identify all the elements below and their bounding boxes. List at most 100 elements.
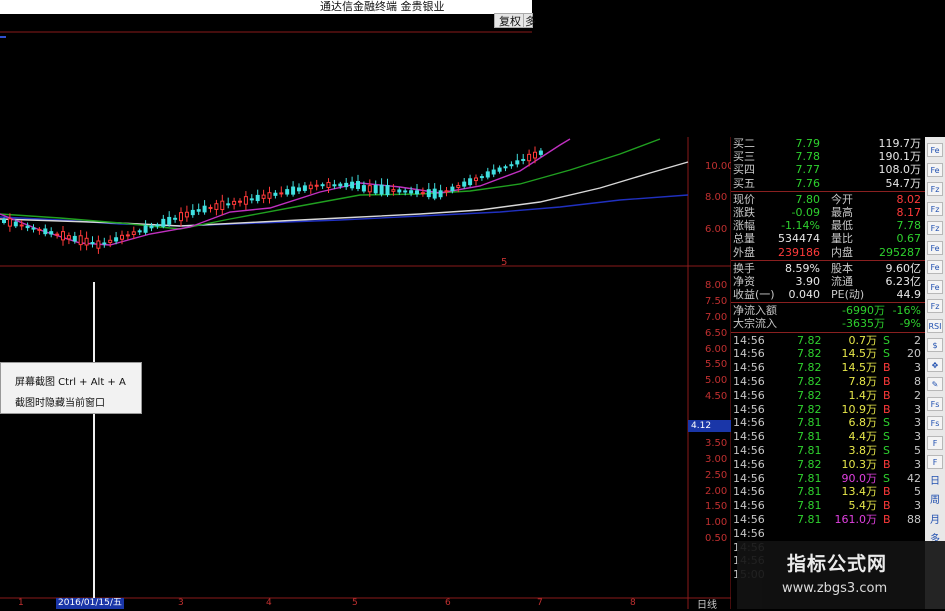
lower-axis-tick: 0.50	[705, 533, 727, 544]
candle-body	[7, 218, 12, 227]
toolbar-button[interactable]: Fe	[927, 260, 943, 274]
candle-body	[131, 231, 136, 235]
trade-row[interactable]: 14:56 7.82 0.7万 S 2	[731, 334, 925, 348]
toolbar-button[interactable]: ✥	[927, 357, 943, 372]
trade-row[interactable]: 14:56 7.82 7.8万 B 8	[731, 375, 925, 389]
toolbar-button[interactable]: Fz	[927, 299, 943, 313]
trade-row[interactable]: 14:56 7.82 1.4万 B 2	[731, 389, 925, 403]
trade-row[interactable]: 14:56 7.81 5.4万 B 3	[731, 499, 925, 513]
candle-body	[527, 153, 532, 162]
trade-time: 14:56	[733, 444, 765, 457]
stat-value: 534474	[778, 232, 820, 246]
toolbar-button[interactable]: 日	[926, 475, 944, 489]
toolbar-button[interactable]: 周	[926, 494, 944, 508]
flow-label: 大宗流入	[733, 317, 777, 331]
trade-volume: 14.5万	[841, 361, 878, 375]
candle-body	[438, 190, 443, 198]
candle-body	[385, 185, 390, 196]
candle-body	[391, 189, 396, 192]
candle-body	[19, 224, 24, 227]
time-tick: 8	[630, 598, 636, 608]
bid-row[interactable]: 买五 7.76 54.7万	[731, 177, 925, 190]
trade-time: 14:56	[733, 430, 765, 444]
candle-body	[61, 231, 65, 241]
trade-row[interactable]: 14:56 7.81 6.8万 S 3	[731, 416, 925, 430]
toolbar-button[interactable]: Fz	[927, 221, 943, 235]
trade-row[interactable]: 14:56 7.82 10.9万 B 3	[731, 403, 925, 417]
lower-axis-tick: 6.00	[705, 344, 727, 355]
candle-body	[456, 185, 461, 188]
trade-side: B	[883, 457, 891, 471]
toolbar-button[interactable]: F	[927, 435, 943, 450]
candle-body	[55, 233, 60, 236]
toolbar-button[interactable]: RSI	[927, 318, 943, 333]
menu-item-screenshot[interactable]: 屏幕截图 Ctrl + Alt + A	[15, 373, 126, 388]
candle-body	[356, 181, 360, 189]
trade-volume: 0.7万	[848, 333, 878, 347]
trade-price: 7.81	[797, 471, 822, 485]
candle-body	[90, 242, 95, 245]
trade-row[interactable]: 14:56	[731, 527, 925, 541]
stat-value: -1.14%	[781, 219, 820, 233]
trade-time: 14:56	[733, 457, 765, 471]
fundamental-label: 收益(一)	[733, 288, 775, 302]
fundamental-value: 8.59%	[785, 261, 820, 275]
candle-body	[49, 231, 54, 235]
toolbar-button[interactable]: Fe	[927, 143, 943, 157]
trade-row[interactable]: 14:56 7.81 90.0万 S 42	[731, 472, 925, 486]
bid-row[interactable]: 买二 7.79 119.7万	[731, 137, 925, 150]
candle-body	[214, 203, 219, 210]
trade-row[interactable]: 14:56 7.81 161.0万 B 88	[731, 513, 925, 527]
lower-axis-tick: 1.50	[705, 501, 727, 512]
candle-body	[137, 230, 142, 233]
trade-row[interactable]: 14:56 7.81 4.4万 S 3	[731, 430, 925, 444]
candle-body	[332, 184, 337, 187]
candle-body	[43, 228, 48, 235]
candle-body	[267, 192, 272, 199]
divider	[731, 331, 925, 333]
stat-value: 7.80	[795, 192, 821, 206]
bid-price: 7.78	[795, 150, 821, 164]
toolbar-button[interactable]: 月	[926, 514, 944, 528]
lower-axis-tick: 3.00	[705, 454, 727, 465]
toolbar-button[interactable]: ✎	[927, 377, 943, 391]
toolbar-button[interactable]: Fz	[927, 201, 943, 216]
trade-row[interactable]: 14:56 7.81 3.8万 S 5	[731, 444, 925, 458]
fundamental-row: 换手 8.59% 股本 9.60亿	[731, 262, 925, 275]
toolbar-button[interactable]: F	[927, 455, 943, 469]
lower-axis-tick: 2.50	[705, 470, 727, 481]
toolbar-button[interactable]: Fe	[927, 279, 943, 294]
watermark: 指标公式网 www.zbgs3.com	[737, 541, 945, 609]
trade-row[interactable]: 14:56 7.82 14.5万 S 20	[731, 347, 925, 361]
toolbar-button[interactable]: Fz	[927, 182, 943, 196]
trade-time: 14:56	[733, 512, 765, 526]
toolbar-button[interactable]: Fe	[927, 162, 943, 177]
toolbar-button[interactable]: Fs	[927, 396, 943, 411]
lower-axis-tick: 2.00	[705, 486, 727, 497]
candle-body	[72, 235, 77, 242]
bid-row[interactable]: 买三 7.78 190.1万	[731, 150, 925, 163]
candle-body	[344, 182, 349, 188]
toolbar-button[interactable]: Fs	[927, 416, 943, 430]
trade-volume: 14.5万	[841, 347, 878, 361]
candle-body	[450, 186, 455, 192]
candle-body	[249, 198, 254, 201]
trade-side: S	[883, 416, 890, 430]
trade-row[interactable]: 14:56 7.82 10.3万 B 3	[731, 458, 925, 472]
trade-volume: 5.4万	[848, 499, 878, 513]
menu-item-hide-window[interactable]: 截图时隐藏当前窗口	[15, 394, 105, 409]
candle-body	[273, 192, 278, 196]
toolbar-button[interactable]: Fe	[927, 240, 943, 255]
candle-body	[521, 158, 526, 161]
stat-value: 8.17	[896, 205, 922, 219]
trade-side: B	[883, 361, 891, 375]
trade-time: 14:56	[733, 361, 765, 375]
trade-row[interactable]: 14:56 7.82 14.5万 B 3	[731, 361, 925, 375]
candle-body	[326, 181, 331, 189]
candle-body	[379, 184, 384, 195]
candle-body	[184, 211, 189, 218]
candle-body	[190, 209, 195, 216]
toolbar-button[interactable]: $	[927, 338, 943, 352]
bid-row[interactable]: 买四 7.77 108.0万	[731, 163, 925, 176]
trade-row[interactable]: 14:56 7.81 13.4万 B 5	[731, 485, 925, 499]
